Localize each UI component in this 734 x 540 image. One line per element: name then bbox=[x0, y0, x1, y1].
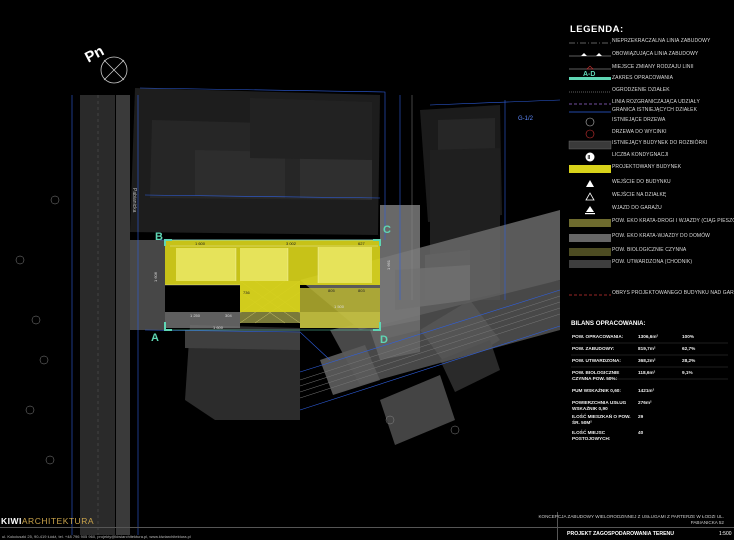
corner-a-label: A bbox=[151, 332, 159, 344]
legend-item-label: PROJEKTOWANY BUDYNEK bbox=[612, 164, 682, 170]
legend-item: ISTNIEJĄCY BUDYNEK DO ROZBIÓRKI bbox=[566, 139, 732, 151]
title-block-divider bbox=[0, 527, 734, 528]
legend-item: POW. BIOLOGICZNIE CZYNNA bbox=[566, 246, 732, 258]
drawing-scale: 1:500 bbox=[719, 531, 732, 537]
dim-bottom-3: 304 bbox=[225, 313, 232, 318]
legend-item-label: POW. EKO KRATA-WJAZDY DO DOMÓW bbox=[612, 233, 711, 239]
corner-d-label: D bbox=[380, 334, 388, 346]
dim-bottom-1: 1 250 bbox=[190, 313, 201, 318]
parcel-code-label: G-1/2 bbox=[518, 116, 534, 122]
legend-item: WEJŚCIE DO BUDYNKU bbox=[566, 178, 732, 190]
legend-item-label: ISTNIEJĄCY BUDYNEK DO ROZBIÓRKI bbox=[612, 140, 708, 146]
legend-item-label: MIEJSCE ZMIANY RODZAJU LINII bbox=[612, 64, 694, 70]
bilans-row-name: POWIERZCHNIA USŁUG WSKAŹNIK 0,90 bbox=[572, 400, 627, 411]
bilans-row-percent: 62,7% bbox=[682, 346, 696, 351]
bilans-row-percent: 100% bbox=[682, 334, 694, 339]
legend-item-label: WJAZD DO GARAŻU bbox=[612, 205, 662, 211]
dim-right-side: 1 661 bbox=[386, 259, 391, 270]
bilans-row-name: PUM WSKAŹNIK 0,60: bbox=[572, 388, 621, 393]
legend-item-label: DRZEWA DO WYCINKI bbox=[612, 129, 667, 135]
bilans-row-name: POW. UTWARDZONA: bbox=[572, 358, 621, 363]
legend-item-label: WEJŚCIE NA DZIAŁKĘ bbox=[612, 192, 667, 198]
legend-item-label: ISTNIEJĄCE DRZEWA bbox=[612, 117, 666, 123]
drawing-title: PROJEKT ZAGOSPODAROWANIA TERENU bbox=[567, 531, 675, 537]
legend-item: ISTNIEJĄCE DRZEWA bbox=[566, 116, 732, 128]
bilans-row-value: 1306,6m² bbox=[638, 334, 659, 339]
legend-item: POW. UTWARDZONA (CHODNIK) bbox=[566, 258, 732, 270]
legend-item: OBOWIĄZUJĄCA LINIA ZABUDOWY bbox=[566, 50, 732, 62]
legend-item-label: OBRYS PROJEKTOWANEGO BUDYNKU NAD GARAŻEM bbox=[612, 290, 734, 296]
legend-item: NIEPRZEKRACZALNA LINIA ZABUDOWY bbox=[566, 37, 732, 49]
legend-item-label: LICZBA KONDYGNACJI bbox=[612, 152, 669, 158]
logo-bold: KIWI bbox=[1, 516, 22, 526]
dim-top-2: 3 002 bbox=[286, 241, 297, 246]
legend-item-label: POW. UTWARDZONA (CHODNIK) bbox=[612, 259, 693, 265]
pabianicka-street: Pabianicka bbox=[71, 95, 139, 535]
bilans-row-name: ILOŚĆ MIESZKAŃ O POW. ŚR. 50M² bbox=[572, 414, 631, 425]
dim-bottom-4: 1 600 bbox=[213, 325, 224, 330]
legend-item: WJAZD DO GARAŻU bbox=[566, 204, 732, 216]
legend-item: PROJEKTOWANY BUDYNEK bbox=[566, 163, 732, 175]
corner-b-label: B bbox=[155, 231, 163, 243]
bilans-row-percent: 28,2% bbox=[682, 358, 696, 363]
legend-item: OBRYS PROJEKTOWANEGO BUDYNKU NAD GARAŻEM bbox=[566, 289, 734, 301]
dim-inner-1: 736 bbox=[243, 290, 250, 295]
company-contact: ul. Kokciuszki 25, 90-419 Łódź, tel. +48… bbox=[2, 534, 191, 539]
company-logo: KIWIARCHITEKTURA bbox=[1, 516, 94, 526]
legend-item: LICZBA KONDYGNACJI bbox=[566, 151, 732, 163]
bilans-row-name: POW. OPRACOWANIA: bbox=[572, 334, 624, 339]
bilans-title: BILANS OPRACOWANIA: bbox=[571, 320, 646, 327]
bilans-row-value: 40 bbox=[638, 430, 644, 435]
legend-item-label: GRANICA ISTNIEJĄCYCH DZIAŁEK bbox=[612, 107, 698, 113]
bilans-row-value: 1421m² bbox=[638, 388, 655, 393]
dim-bottom-2: 1 500 bbox=[334, 304, 345, 309]
legend-item-label: ZAKRES OPRACOWANIA bbox=[612, 75, 674, 81]
bilans-row-percent: 9,1% bbox=[682, 370, 693, 375]
dim-top-1: 1 600 bbox=[195, 241, 206, 246]
bilans-row-value: 368,2m² bbox=[638, 358, 656, 363]
corner-c-label: C bbox=[383, 224, 391, 236]
dim-inner-3: 805 bbox=[328, 288, 335, 293]
legend-item: WEJŚCIE NA DZIAŁKĘ bbox=[566, 191, 732, 203]
bilans-row-value: 118,6m² bbox=[638, 370, 656, 375]
legend-item-label: OBOWIĄZUJĄCA LINIA ZABUDOWY bbox=[612, 51, 699, 57]
bilans-row-value: 29 bbox=[638, 414, 644, 419]
legend-item: ZAKRES OPRACOWANIA bbox=[566, 74, 732, 86]
bilans-row-name: POW. BIOLOGICZNIE CZYNNA POW. 50%: bbox=[572, 370, 620, 381]
legend-item-label: OGRODZENIE DZIAŁEK bbox=[612, 87, 670, 93]
bilans-row-name: POW. ZABUDOWY: bbox=[572, 346, 615, 351]
dim-left-side: 1 606 bbox=[153, 271, 158, 282]
bilans-row-value: 276m² bbox=[638, 400, 652, 405]
legend-item: POW. EKO KRATA-WJAZDY DO DOMÓW bbox=[566, 232, 732, 244]
legend-item-label: WEJŚCIE DO BUDYNKU bbox=[612, 179, 671, 185]
dim-top-3: 627 bbox=[358, 241, 365, 246]
legend-item-label: POW. EKO KRATA-DROGI I WJAZDY (CIĄG PIES… bbox=[612, 218, 734, 224]
legend-item-label: POW. BIOLOGICZNIE CZYNNA bbox=[612, 247, 687, 253]
bilans-row-value: 819,7m² bbox=[638, 346, 656, 351]
dim-inner-2: 803 bbox=[358, 288, 365, 293]
logo-rest: ARCHITEKTURA bbox=[21, 516, 95, 526]
legend-item: OGRODZENIE DZIAŁEK bbox=[566, 86, 732, 98]
legend-item-label: NIEPRZEKRACZALNA LINIA ZABUDOWY bbox=[612, 38, 711, 44]
legend-item: POW. EKO KRATA-DROGI I WJAZDY (CIĄG PIES… bbox=[566, 217, 734, 229]
street-name-label: Pabianicka bbox=[131, 188, 137, 213]
legend-item-label: LINIA ROZGRANICZAJĄCA UDZIAŁY bbox=[612, 99, 700, 105]
bilans-row-name: ILOŚĆ MIEJSC POSTOJOWYCH: bbox=[572, 430, 611, 441]
legend-title: LEGENDA: bbox=[570, 24, 624, 35]
project-description: KONCEPCJA ZABUDOWY WIELORODZINNEJ Z USŁU… bbox=[538, 514, 724, 525]
